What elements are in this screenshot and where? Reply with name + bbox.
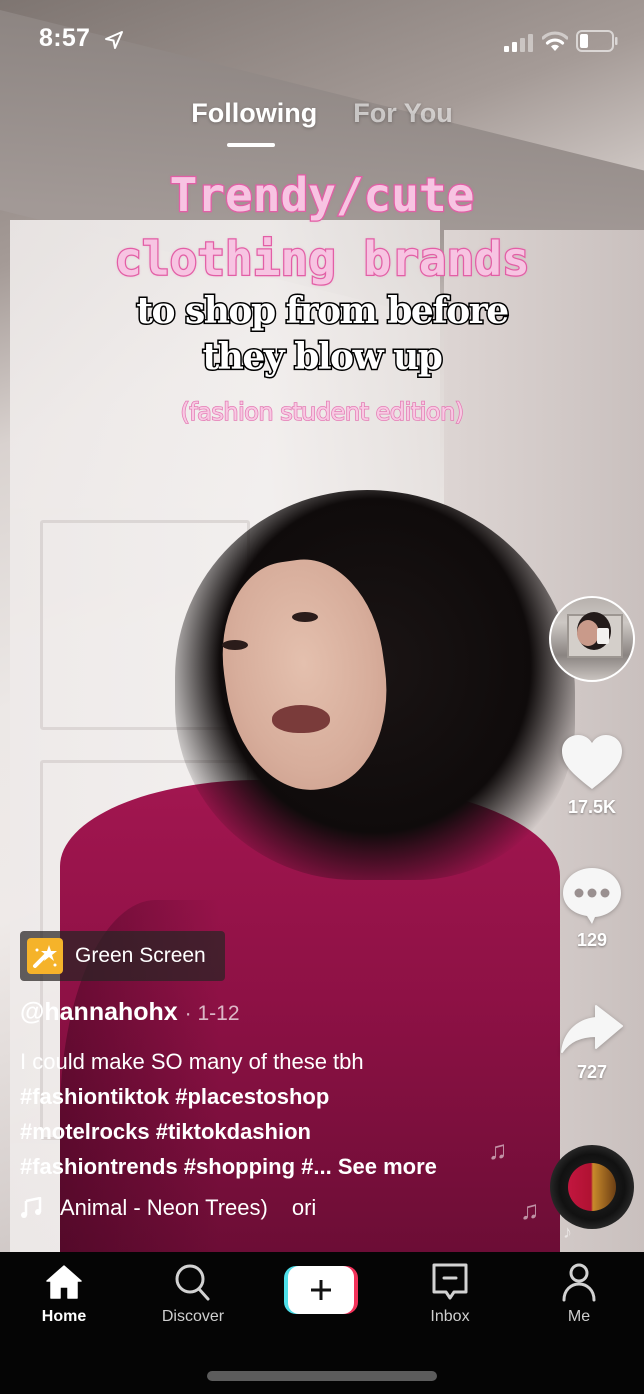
share-count: 727 (576, 1062, 608, 1082)
video-person-lips (272, 705, 330, 733)
search-icon (175, 1264, 210, 1301)
caption-hashtags-line[interactable]: #fashiontiktok #placestoshop (20, 1079, 520, 1114)
caption-text: I could make SO many of these tbh (20, 1049, 364, 1074)
sound-cover-art (568, 1163, 616, 1211)
avatar-face (577, 620, 599, 646)
battery-low-icon (576, 30, 618, 52)
cellular-signal-icon (504, 34, 533, 52)
create-button-face (288, 1266, 354, 1314)
nav-inbox[interactable]: Inbox (390, 1262, 510, 1326)
video-person-eye (292, 612, 318, 622)
comment-count: 129 (576, 930, 608, 950)
status-bar: 8:57 (0, 0, 644, 80)
overlay-text-line3: to shop from before (135, 289, 511, 334)
like-button[interactable]: 17.5K (550, 733, 634, 818)
nav-home-label: Home (41, 1308, 87, 1325)
plus-icon (311, 1280, 331, 1300)
username-text: @hannahohx (20, 998, 178, 1026)
nav-me-label: Me (567, 1308, 591, 1325)
video-person-eye (222, 640, 248, 650)
tab-for-you[interactable]: For You (353, 98, 453, 129)
like-count: 17.5K (567, 797, 617, 817)
overlay-text-line5: (fashion student edition) (180, 397, 465, 427)
location-arrow-icon (105, 31, 123, 49)
creator-username[interactable]: @hannahohx · 1-12 (20, 998, 240, 1027)
create-video-button[interactable] (284, 1266, 358, 1314)
overlay-text-line2: clothing brands (113, 231, 531, 288)
share-button[interactable]: 727 (550, 1002, 634, 1083)
overlay-text-line4: they blow up (201, 335, 444, 380)
nav-inbox-label: Inbox (430, 1308, 470, 1325)
sound-title: Animal - Neon Trees) (60, 1195, 268, 1220)
nav-home[interactable]: Home (4, 1262, 124, 1326)
home-icon (46, 1265, 82, 1299)
active-tab-indicator (227, 143, 275, 147)
floating-note-icon: ♫ (520, 1195, 540, 1225)
feed-tabs: Following For You (0, 98, 644, 129)
creator-avatar[interactable] (549, 596, 635, 682)
music-disc-icon[interactable] (550, 1145, 634, 1229)
avatar-phone (597, 628, 609, 644)
nav-me[interactable]: Me (519, 1262, 639, 1326)
post-date: · 1-12 (184, 1002, 240, 1025)
effect-chip-green-screen[interactable]: Green Screen (20, 931, 225, 981)
home-indicator[interactable] (207, 1371, 437, 1381)
overlay-text-line1: Trendy/cute (168, 167, 475, 224)
share-arrow-icon (561, 1005, 623, 1053)
sound-title-marquee: ori (291, 1195, 317, 1220)
effect-label: Green Screen (75, 944, 206, 967)
inbox-icon (432, 1263, 468, 1300)
see-more-link[interactable]: See more (338, 1154, 437, 1179)
magic-wand-icon (27, 938, 63, 974)
status-time: 8:57 (39, 24, 91, 52)
floating-note-icon: ♪ (563, 1222, 572, 1242)
profile-icon (562, 1263, 596, 1302)
music-note-icon (21, 1197, 42, 1218)
nav-discover-label: Discover (161, 1308, 225, 1325)
tab-following[interactable]: Following (191, 98, 317, 129)
wifi-icon (542, 31, 568, 51)
nav-discover[interactable]: Discover (133, 1262, 253, 1326)
caption-hashtags-line[interactable]: #motelrocks #tiktokdashion (20, 1114, 520, 1149)
comment-bubble-icon (563, 868, 621, 924)
post-caption: I could make SO many of these tbh #fashi… (20, 1044, 520, 1184)
heart-icon (562, 735, 622, 789)
comment-button[interactable]: 129 (550, 866, 634, 951)
sound-link[interactable]: Animal - Neon Trees) ori (20, 1195, 360, 1221)
caption-hashtags-line[interactable]: #fashiontrends #shopping #... (20, 1154, 332, 1179)
